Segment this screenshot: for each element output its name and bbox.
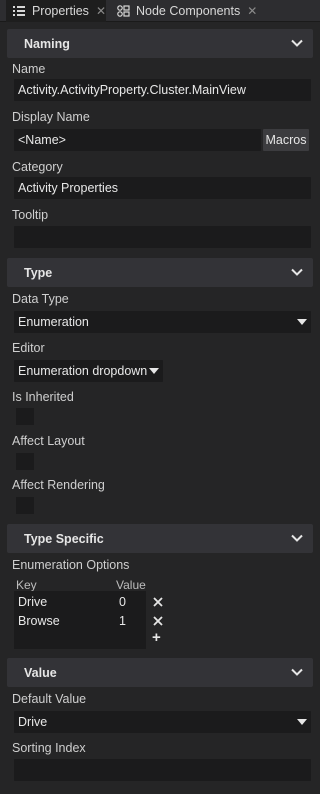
chevron-down-icon — [291, 668, 303, 676]
section-title: Naming — [24, 36, 70, 51]
is-inherited-checkbox[interactable] — [16, 408, 34, 425]
sorting-index-label: Sorting Index — [12, 741, 86, 755]
category-field[interactable]: Activity Properties — [14, 177, 311, 199]
editor-dropdown[interactable]: Enumeration dropdown — [14, 360, 163, 382]
option-value-field[interactable]: 1 — [119, 614, 126, 628]
dropdown-arrow-icon — [297, 319, 307, 325]
tooltip-label: Tooltip — [12, 208, 49, 222]
dropdown-arrow-icon — [149, 368, 159, 374]
chevron-down-icon — [291, 268, 303, 276]
section-header-naming[interactable]: Naming — [7, 29, 313, 58]
affect-rendering-checkbox[interactable] — [16, 497, 34, 514]
section-header-value[interactable]: Value — [7, 658, 313, 687]
enumeration-options-label: Enumeration Options — [12, 558, 130, 572]
value-column-header: Value — [116, 578, 146, 592]
option-key-field[interactable]: Browse — [18, 614, 60, 628]
tab-properties-label: Properties — [31, 4, 89, 18]
close-icon[interactable]: ✕ — [96, 4, 106, 18]
chevron-down-icon — [291, 534, 303, 542]
data-type-value: Enumeration — [18, 315, 89, 329]
default-value-dropdown[interactable]: Drive — [14, 711, 311, 733]
display-name-label: Display Name — [12, 110, 90, 124]
display-name-field[interactable]: <Name> — [14, 129, 261, 151]
section-header-type-specific[interactable]: Type Specific — [7, 524, 313, 553]
close-icon[interactable]: ✕ — [247, 4, 257, 18]
key-column-header: Key — [16, 578, 37, 592]
list-icon — [12, 4, 26, 18]
section-title: Value — [24, 665, 57, 680]
name-label: Name — [12, 62, 46, 76]
macros-button[interactable]: Macros — [263, 129, 309, 151]
tab-bar: Properties ✕ Node Components ✕ — [0, 0, 320, 22]
chevron-down-icon — [291, 39, 303, 47]
tab-properties[interactable]: Properties ✕ — [6, 0, 106, 22]
section-title: Type — [24, 265, 53, 280]
default-value: Drive — [18, 715, 48, 729]
dropdown-arrow-icon — [297, 719, 307, 725]
option-value-field[interactable]: 0 — [119, 595, 126, 609]
remove-option-icon[interactable] — [152, 615, 164, 627]
is-inherited-label: Is Inherited — [12, 390, 74, 404]
default-value-label: Default Value — [12, 692, 87, 706]
tooltip-field[interactable] — [14, 226, 311, 248]
tab-node-components-label: Node Components — [136, 4, 241, 18]
affect-rendering-label: Affect Rendering — [12, 478, 105, 492]
affect-layout-checkbox[interactable] — [16, 453, 34, 470]
option-key-field[interactable]: Drive — [18, 595, 47, 609]
data-type-label: Data Type — [12, 292, 69, 306]
data-type-dropdown[interactable]: Enumeration — [14, 311, 311, 333]
affect-layout-label: Affect Layout — [12, 434, 85, 448]
editor-value: Enumeration dropdown — [18, 364, 148, 378]
name-field[interactable]: Activity.ActivityProperty.Cluster.MainVi… — [14, 79, 311, 101]
editor-label: Editor — [12, 341, 45, 355]
remove-option-icon[interactable] — [152, 596, 164, 608]
category-label: Category — [12, 160, 63, 174]
sorting-index-field[interactable] — [14, 759, 311, 781]
tab-node-components[interactable]: Node Components ✕ — [112, 0, 262, 22]
add-option-button[interactable]: + — [152, 629, 161, 646]
section-header-type[interactable]: Type — [7, 258, 313, 287]
components-icon — [116, 4, 130, 18]
section-title: Type Specific — [24, 531, 104, 546]
